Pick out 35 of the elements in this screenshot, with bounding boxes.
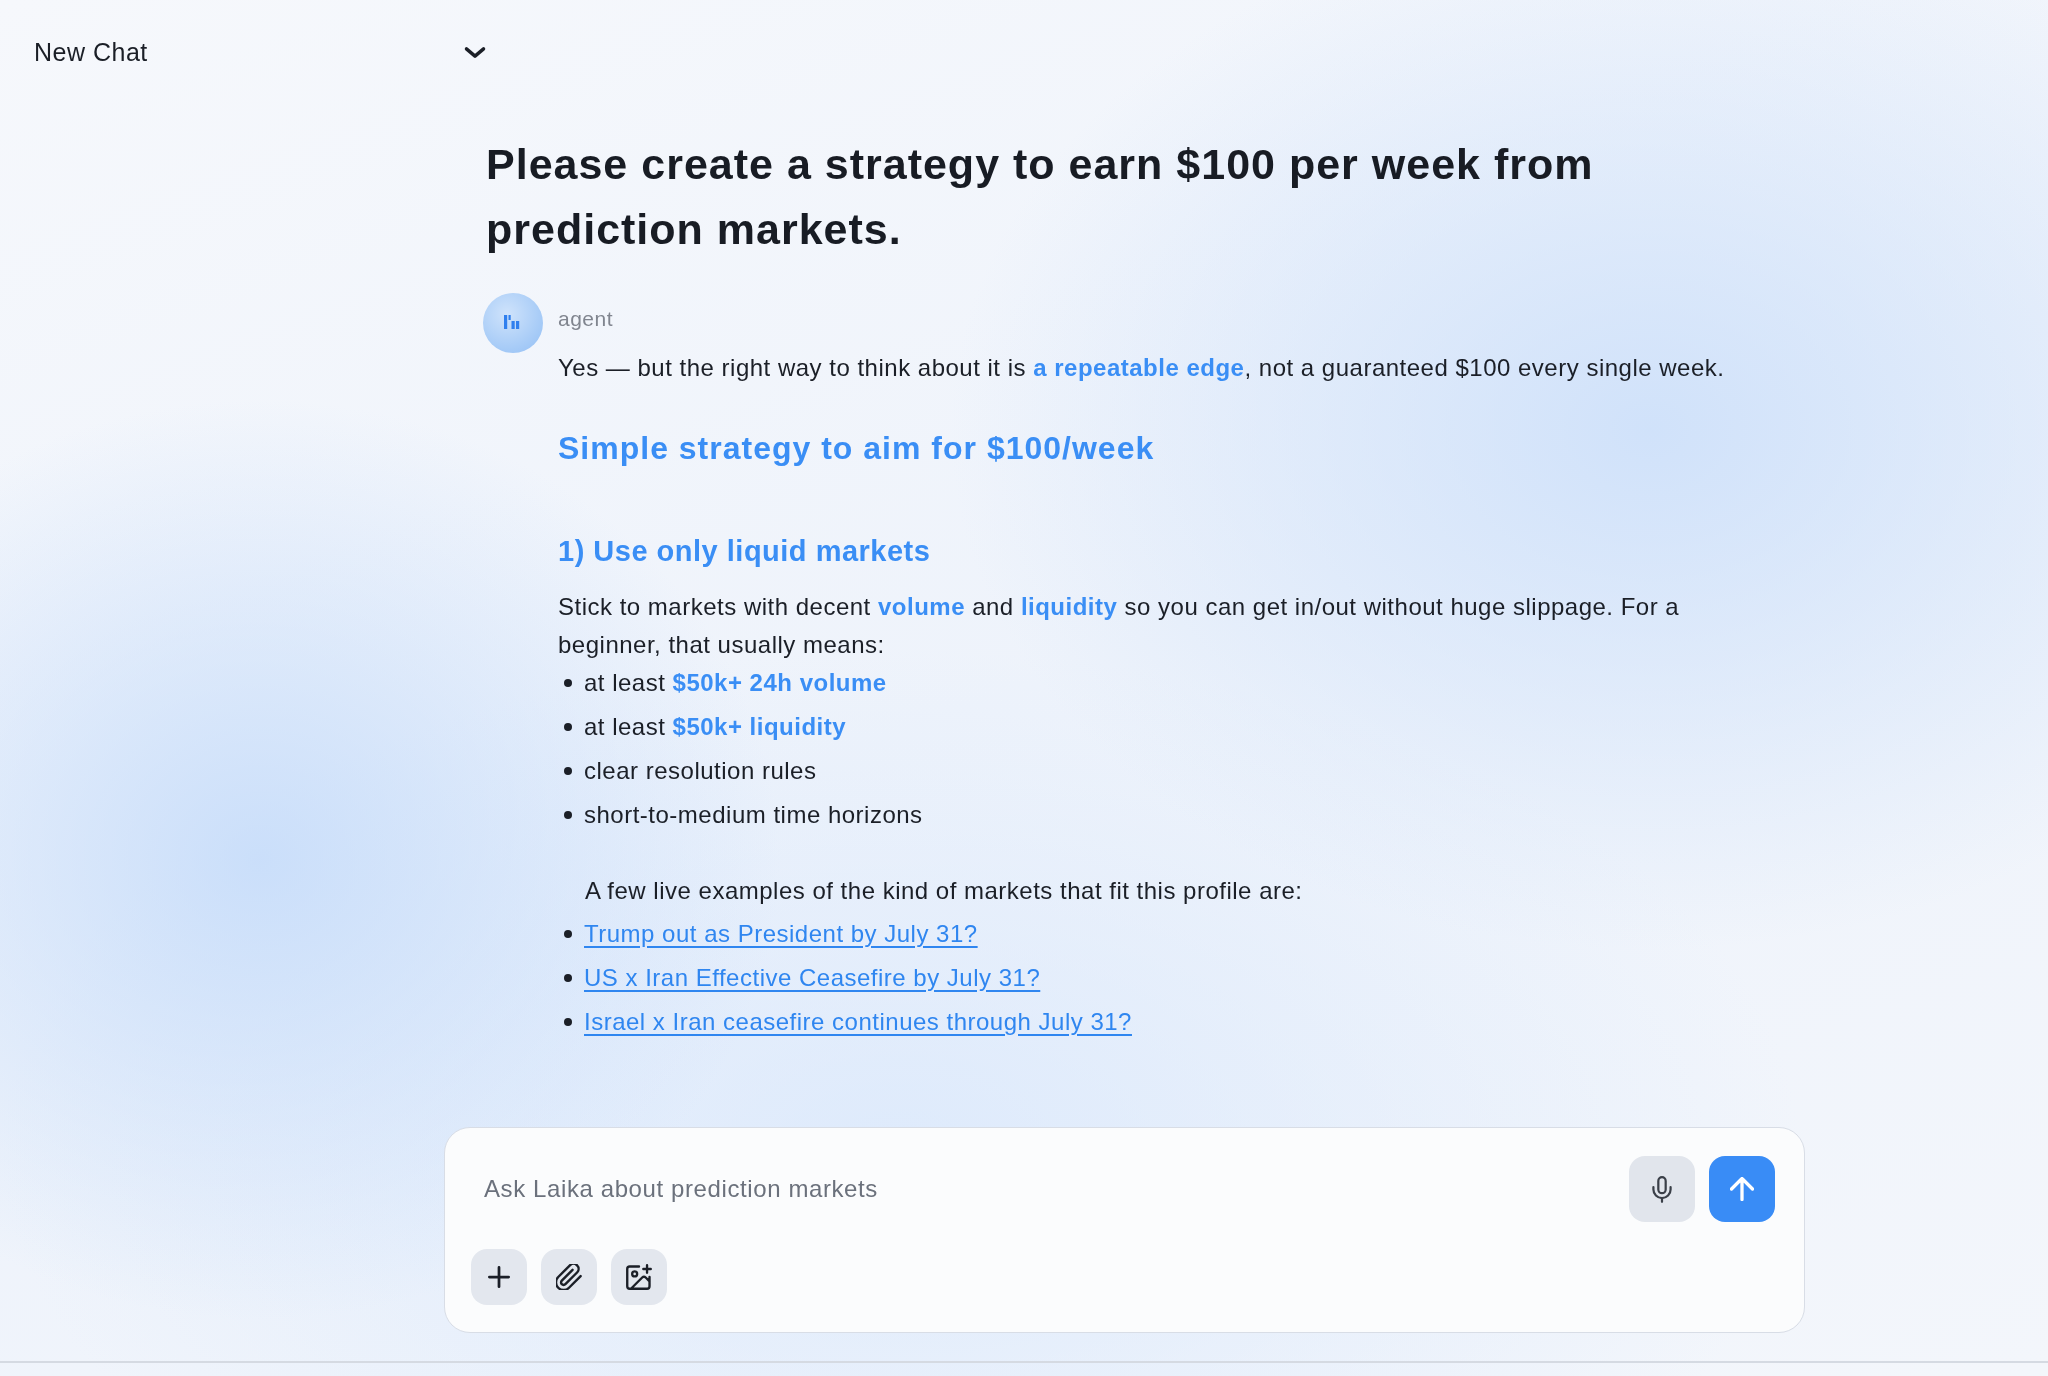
bullet-icon xyxy=(564,723,572,731)
chat-title: New Chat xyxy=(34,37,148,67)
attach-button[interactable] xyxy=(541,1249,597,1305)
avatar-icon xyxy=(483,293,543,353)
chevron-down-icon[interactable] xyxy=(464,45,486,59)
section-heading: Simple strategy to aim for $100/week xyxy=(558,429,1156,468)
author-label: agent xyxy=(558,306,615,332)
list-item-text: at least $50k+ 24h volume xyxy=(584,668,887,698)
list-item-text: clear resolution rules xyxy=(584,756,817,786)
bullet-icon xyxy=(564,974,572,982)
send-button[interactable] xyxy=(1709,1156,1775,1222)
bullet-icon xyxy=(564,679,572,687)
list-item-text: short-to-medium time horizons xyxy=(584,800,923,830)
bullet-icon xyxy=(564,767,572,775)
bullet-icon xyxy=(564,811,572,819)
question-text: Please create a strategy to earn $100 per week from prediction markets. xyxy=(486,139,1595,255)
bullet-icon xyxy=(564,1018,572,1026)
bullet-icon xyxy=(564,930,572,938)
add-button[interactable] xyxy=(471,1249,527,1305)
paperclip-icon xyxy=(556,1264,582,1290)
market-link[interactable]: US x Iran Effective Ceasefire by July 31? xyxy=(584,959,1041,997)
image-plus-icon xyxy=(626,1264,652,1290)
add-image-button[interactable] xyxy=(611,1249,667,1305)
reply-text: Stick to markets with decent volume and liquidity so you can get in/out without huge slippage. For a beginner, that usually means: xyxy=(558,592,1681,660)
subsection-heading: 1) Use only liquid markets xyxy=(558,534,932,569)
plus-icon xyxy=(488,1266,510,1288)
arrow-up-icon xyxy=(1730,1177,1754,1201)
message-input[interactable]: Ask Laika about prediction markets xyxy=(471,1169,1615,1209)
reply-text: Yes — but the right way to think about it is a repeatable edge, not a guaranteed $100 every single week. xyxy=(558,353,1726,383)
market-link[interactable]: Trump out as President by July 31? xyxy=(584,915,978,953)
list-item-text: at least $50k+ liquidity xyxy=(584,712,847,742)
microphone-icon xyxy=(1652,1175,1672,1203)
mic-button[interactable] xyxy=(1629,1156,1695,1222)
reply-text: A few live examples of the kind of markets that fit this profile are: xyxy=(584,876,1304,906)
market-link[interactable]: Israel x Iran ceasefire continues through July 31? xyxy=(584,1003,1132,1041)
